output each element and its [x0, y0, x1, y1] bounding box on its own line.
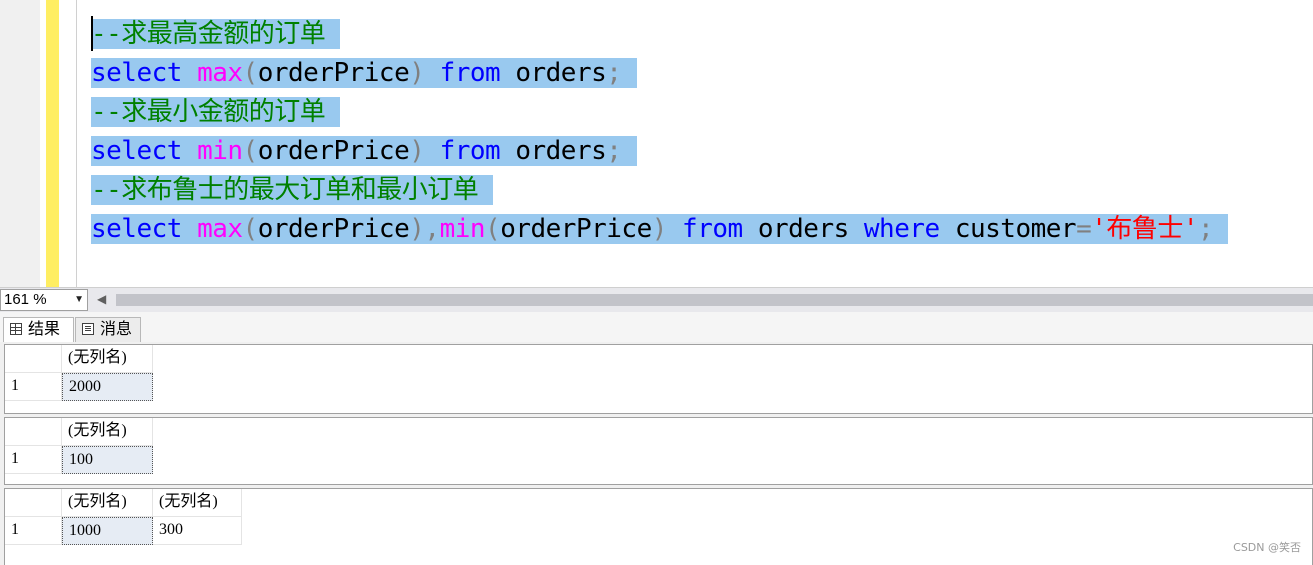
- corner-cell: [5, 489, 62, 517]
- code-token: orderPrice: [257, 214, 410, 244]
- code-token: max: [197, 214, 243, 244]
- column-header[interactable]: (无列名): [153, 489, 242, 517]
- tab-messages[interactable]: 消息: [75, 317, 141, 342]
- code-token: (: [485, 214, 501, 244]
- code-token: where: [863, 214, 940, 244]
- column-header[interactable]: (无列名): [62, 345, 153, 373]
- selection-padding: [478, 175, 493, 205]
- horizontal-scrollbar[interactable]: [116, 294, 1313, 306]
- column-header[interactable]: (无列名): [62, 418, 153, 446]
- code-token: orders: [742, 214, 864, 244]
- code-token: --求最高金额的订单: [91, 19, 326, 49]
- query-editor[interactable]: --求最高金额的订单 select max(orderPrice) from o…: [0, 0, 1313, 287]
- code-token: (: [242, 136, 259, 166]
- code-token: from: [682, 214, 743, 244]
- zoom-dropdown[interactable]: 161 % ▼: [0, 289, 88, 311]
- code-token: ),: [409, 214, 440, 244]
- code-line[interactable]: select min(orderPrice) from orders;: [91, 132, 1228, 171]
- code-line[interactable]: select max(orderPrice) from orders;: [91, 54, 1228, 93]
- change-tracking-bar: [46, 0, 59, 287]
- selection-padding: [621, 136, 636, 166]
- code-token: min: [197, 136, 243, 166]
- selection-padding: [325, 97, 340, 127]
- code-token: select: [91, 214, 182, 244]
- code-token: '布鲁士': [1091, 214, 1199, 244]
- message-icon: [82, 323, 94, 335]
- code-token: orderPrice: [500, 214, 652, 244]
- result-grid-1[interactable]: (无列名) 1 2000: [4, 344, 1313, 414]
- code-token: (: [242, 58, 259, 88]
- code-token: (: [242, 214, 259, 244]
- code-token: max: [197, 58, 243, 88]
- result-cell[interactable]: 2000: [62, 373, 153, 401]
- row-number[interactable]: 1: [5, 517, 62, 545]
- code-line[interactable]: --求最小金额的订单: [91, 93, 1228, 132]
- watermark: CSDN @笑否: [1233, 541, 1301, 554]
- code-area[interactable]: --求最高金额的订单 select max(orderPrice) from o…: [91, 15, 1229, 249]
- selected-text: --求最小金额的订单: [91, 97, 341, 127]
- code-token: ;: [606, 136, 622, 166]
- code-token: ;: [606, 58, 622, 88]
- code-token: ;: [1198, 214, 1214, 244]
- code-line[interactable]: --求布鲁士的最大订单和最小订单: [91, 171, 1228, 210]
- result-cell[interactable]: 100: [62, 446, 153, 474]
- tab-results[interactable]: 结果: [3, 317, 74, 342]
- code-token: select: [91, 58, 182, 88]
- code-token: from: [439, 58, 501, 88]
- selection-padding: [621, 58, 636, 88]
- code-token: select: [91, 136, 182, 166]
- code-token: ): [409, 136, 425, 166]
- tab-results-label: 结果: [28, 319, 61, 338]
- selected-text: select max(orderPrice),min(orderPrice) f…: [91, 214, 1229, 244]
- selected-text: select min(orderPrice) from orders;: [91, 136, 637, 166]
- column-header[interactable]: (无列名): [62, 489, 153, 517]
- text-caret: [91, 16, 93, 51]
- code-line[interactable]: --求最高金额的订单: [91, 15, 1228, 54]
- result-grid-2[interactable]: (无列名) 1 100: [4, 417, 1313, 485]
- code-token: =: [1076, 214, 1092, 244]
- grid-icon: [10, 323, 22, 335]
- code-token: customer: [939, 214, 1077, 244]
- code-token: ): [651, 214, 668, 244]
- corner-cell: [5, 345, 62, 373]
- result-cell[interactable]: 300: [153, 517, 242, 545]
- tab-messages-label: 消息: [100, 319, 133, 338]
- code-token: orders: [500, 58, 607, 88]
- code-token: orderPrice: [257, 58, 410, 88]
- selection-padding: [1213, 214, 1228, 244]
- row-number[interactable]: 1: [5, 446, 62, 474]
- chevron-down-icon[interactable]: ▼: [74, 290, 84, 310]
- corner-cell: [5, 418, 62, 446]
- row-number[interactable]: 1: [5, 373, 62, 401]
- zoom-value: 161 %: [4, 291, 47, 308]
- editor-gutter: [0, 0, 40, 287]
- code-token: orders: [500, 136, 607, 166]
- editor-status-bar: 161 % ▼ ◀: [0, 287, 1313, 312]
- code-token: from: [439, 136, 501, 166]
- code-line[interactable]: select max(orderPrice),min(orderPrice) f…: [91, 210, 1229, 249]
- results-pane: (无列名) 1 2000 (无列名) 1 100 (无列名) (无列名) 1 1…: [0, 342, 1313, 565]
- code-token: --求布鲁士的最大订单和最小订单: [91, 175, 479, 205]
- code-token: orderPrice: [257, 136, 410, 166]
- result-cell[interactable]: 1000: [62, 517, 153, 545]
- gutter-separator: [76, 0, 77, 287]
- selection-padding: [325, 19, 340, 49]
- selected-text: select max(orderPrice) from orders;: [91, 58, 637, 88]
- scroll-left-icon[interactable]: ◀: [97, 292, 106, 306]
- selected-text: --求最高金额的订单: [91, 19, 341, 49]
- code-token: --求最小金额的订单: [91, 97, 326, 127]
- result-grid-3[interactable]: (无列名) (无列名) 1 1000 300: [4, 488, 1313, 565]
- code-token: ): [409, 58, 425, 88]
- results-tabbar: 结果 消息: [0, 312, 1313, 342]
- code-token: min: [439, 214, 486, 244]
- selected-text: --求布鲁士的最大订单和最小订单: [91, 175, 494, 205]
